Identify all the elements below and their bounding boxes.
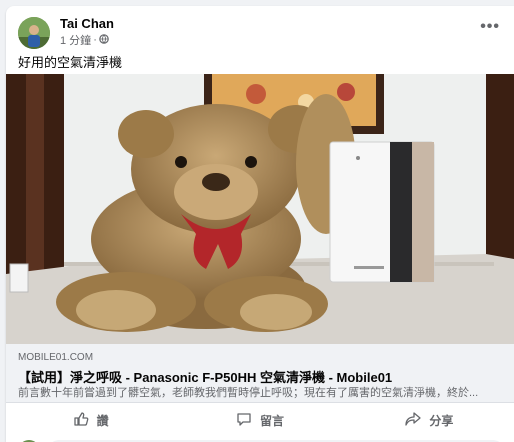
thumbs-up-icon bbox=[73, 411, 89, 430]
link-domain: MOBILE01.COM bbox=[18, 352, 94, 363]
post-meta: 1 分鐘 · bbox=[60, 32, 109, 48]
like-button[interactable]: 讚 bbox=[6, 402, 175, 438]
link-preview-image[interactable] bbox=[6, 74, 514, 344]
comment-icon bbox=[236, 411, 252, 430]
link-preview[interactable]: MOBILE01.COM 【試用】淨之呼吸 - Panasonic F-P50H… bbox=[6, 344, 514, 403]
comment-label: 留言 bbox=[259, 413, 284, 428]
meta-separator: · bbox=[93, 34, 97, 46]
link-description: 前言數十年前嘗過到了髒空氣，老師教我們暫時停止呼吸；現在有了厲害的空氣清淨機，終… bbox=[18, 387, 479, 399]
post-time[interactable]: 1 分鐘 bbox=[60, 32, 91, 48]
share-icon bbox=[405, 411, 421, 430]
post-actions: 讚 留言 分享 bbox=[6, 402, 514, 438]
share-label: 分享 bbox=[429, 413, 454, 428]
author-avatar[interactable] bbox=[18, 17, 50, 49]
comment-button[interactable]: 留言 bbox=[175, 402, 344, 438]
post-caption: 好用的空氣清淨機 bbox=[18, 55, 123, 70]
share-button[interactable]: 分享 bbox=[345, 402, 514, 438]
like-label: 讚 bbox=[96, 413, 109, 428]
author-name[interactable]: Tai Chan bbox=[60, 16, 114, 31]
globe-icon bbox=[99, 33, 109, 47]
post-card: Tai Chan 1 分鐘 · ••• 好用的空氣清淨機 MOBILE01.CO… bbox=[6, 6, 514, 442]
more-options-button[interactable]: ••• bbox=[480, 18, 500, 36]
